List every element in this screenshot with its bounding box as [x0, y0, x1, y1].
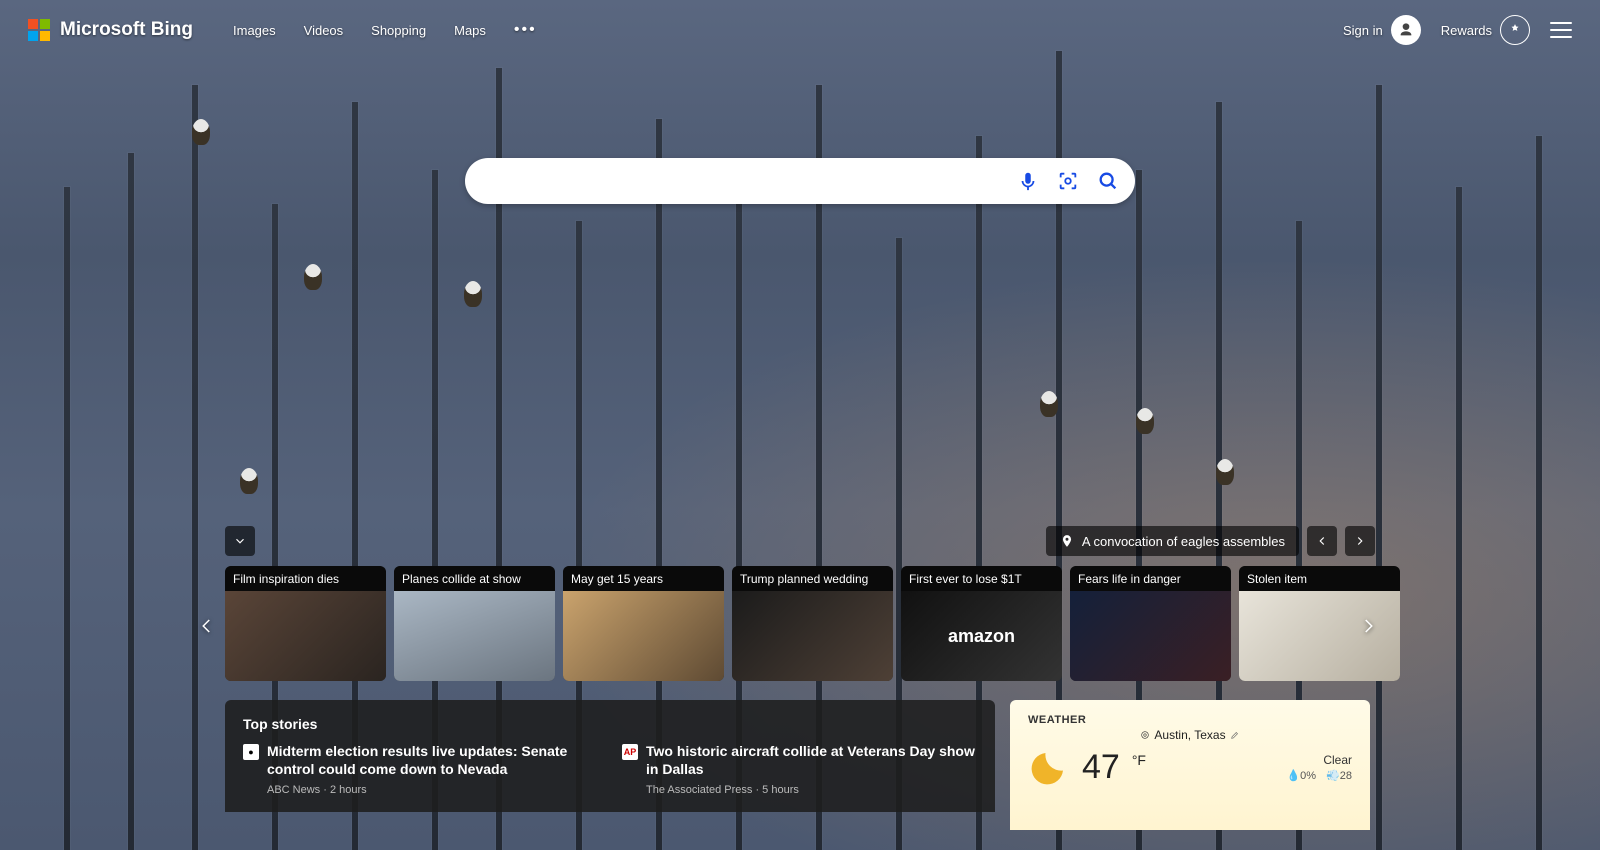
search-input[interactable] [485, 172, 1017, 190]
top-stories-panel: Top stories ● Midterm election results l… [225, 700, 995, 812]
sign-in-label: Sign in [1343, 23, 1383, 38]
brand-name: Microsoft Bing [60, 19, 193, 41]
carousel-card-image [1070, 591, 1231, 681]
nav-link-videos[interactable]: Videos [304, 17, 344, 44]
nav-link-images[interactable]: Images [233, 17, 276, 44]
rewards-button[interactable]: Rewards [1441, 15, 1530, 45]
moon-icon [1028, 746, 1070, 788]
story-headline: Two historic aircraft collide at Veteran… [646, 742, 977, 778]
carousel-card-image [732, 591, 893, 681]
header: Microsoft Bing Images Videos Shopping Ma… [0, 0, 1600, 60]
source-icon: ● [243, 744, 259, 760]
story-item[interactable]: AP Two historic aircraft collide at Vete… [622, 742, 977, 796]
medal-icon [1500, 15, 1530, 45]
carousel-card-title: May get 15 years [563, 566, 724, 592]
weather-heading: WEATHER [1028, 714, 1352, 726]
weather-temp: 47 [1082, 748, 1120, 787]
hamburger-menu-button[interactable] [1550, 22, 1572, 38]
story-headline: Midterm election results live updates: S… [267, 742, 598, 778]
search-icon[interactable] [1097, 170, 1119, 192]
nav-links: Images Videos Shopping Maps [233, 17, 486, 44]
story-meta: The Associated Press · 5 hours [646, 784, 977, 796]
search-box [465, 158, 1135, 204]
carousel-card-title: Fears life in danger [1070, 566, 1231, 592]
edit-icon[interactable] [1230, 730, 1240, 740]
weather-card[interactable]: WEATHER Austin, Texas 47 °F Clear 💧0% 💨2… [1010, 700, 1370, 830]
carousel-card-title: Stolen item [1239, 566, 1400, 592]
image-info-bar: A convocation of eagles assembles [1046, 526, 1375, 556]
location-pin-icon [1060, 534, 1074, 548]
carousel-card[interactable]: Trump planned wedding [732, 566, 893, 681]
nav-link-shopping[interactable]: Shopping [371, 17, 426, 44]
microphone-icon[interactable] [1017, 170, 1039, 192]
sign-in-button[interactable]: Sign in [1343, 15, 1421, 45]
carousel-card[interactable]: Planes collide at show [394, 566, 555, 681]
brand-logo[interactable]: Microsoft Bing [28, 19, 193, 41]
weather-unit: °F [1132, 752, 1146, 768]
carousel-card[interactable]: Film inspiration dies [225, 566, 386, 681]
carousel-card-title: First ever to lose $1T [901, 566, 1062, 592]
nav-link-maps[interactable]: Maps [454, 17, 486, 44]
source-icon: AP [622, 744, 638, 760]
visual-search-icon[interactable] [1057, 170, 1079, 192]
carousel-card[interactable]: Fears life in danger [1070, 566, 1231, 681]
image-caption-button[interactable]: A convocation of eagles assembles [1046, 526, 1299, 556]
story-item[interactable]: ● Midterm election results live updates:… [243, 742, 598, 796]
weather-location[interactable]: Austin, Texas [1028, 728, 1352, 742]
location-target-icon [1140, 730, 1150, 740]
weather-condition: Clear [1286, 753, 1352, 767]
weather-precip: 💧0% [1286, 769, 1316, 782]
image-next-button[interactable] [1345, 526, 1375, 556]
image-prev-button[interactable] [1307, 526, 1337, 556]
carousel-card[interactable]: First ever to lose $1Tamazon [901, 566, 1062, 681]
image-caption-text: A convocation of eagles assembles [1082, 534, 1285, 549]
top-stories-heading: Top stories [243, 716, 977, 732]
microsoft-logo-icon [28, 19, 50, 41]
carousel-prev-button[interactable] [195, 606, 219, 646]
carousel-next-button[interactable] [1356, 606, 1380, 646]
carousel-card[interactable]: May get 15 years [563, 566, 724, 681]
carousel-card-image [394, 591, 555, 681]
trending-carousel: Film inspiration dies Planes collide at s… [225, 566, 1600, 681]
carousel-card-image [563, 591, 724, 681]
carousel-card-image [225, 591, 386, 681]
carousel-card-image: amazon [901, 591, 1062, 681]
scroll-down-button[interactable] [225, 526, 255, 556]
carousel-card-title: Trump planned wedding [732, 566, 893, 592]
weather-wind: 💨28 [1326, 769, 1352, 782]
user-icon [1391, 15, 1421, 45]
nav-more-button[interactable]: ••• [514, 21, 537, 39]
carousel-card-title: Planes collide at show [394, 566, 555, 592]
carousel-card-title: Film inspiration dies [225, 566, 386, 592]
rewards-label: Rewards [1441, 23, 1492, 38]
story-meta: ABC News · 2 hours [267, 784, 598, 796]
